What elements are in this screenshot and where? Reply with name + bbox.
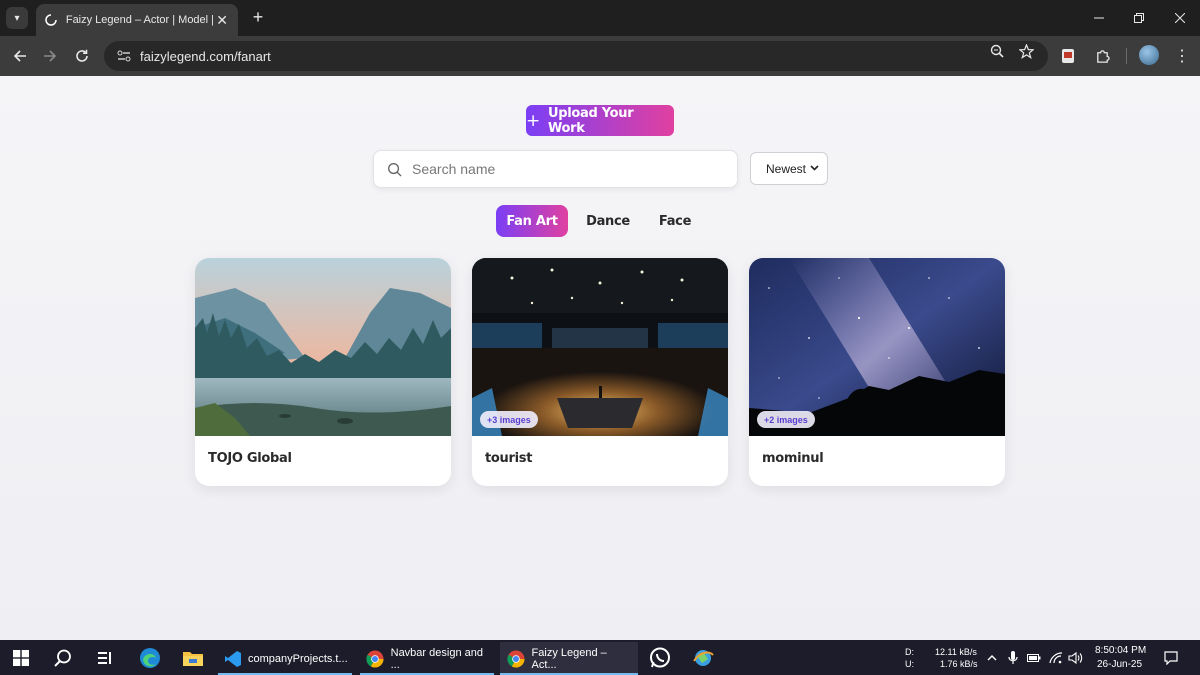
gallery-card[interactable]: +3 images tourist [472,258,728,486]
fanart-page: + Upload Your Work Newest Fan Art Dance … [0,76,1200,640]
taskbar-app-label: companyProjects.t... [248,652,348,665]
sort-select[interactable]: Newest [750,152,828,185]
chevron-down-icon [810,163,819,174]
extensions-puzzle-icon[interactable] [1092,46,1112,66]
clock-date: 26-Jun-25 [1097,659,1143,670]
app-globe-icon[interactable] [690,645,716,671]
restore-window-icon[interactable] [1127,6,1151,30]
windows-taskbar: companyProjects.t... Navbar design and .… [0,640,1200,675]
sort-selected-value: Newest [766,161,807,176]
vscode-icon [224,649,242,669]
card-title: tourist [485,451,533,466]
microphone-icon[interactable] [1005,650,1021,666]
bookmark-star-icon[interactable] [1017,42,1035,60]
clock-time: 8:50:04 PM [1095,645,1147,656]
search-icon [386,161,402,177]
tab-title: Faizy Legend – Actor | Model | I [65,14,215,26]
net-down-speed: 12.11 kB/s [935,647,977,657]
notification-icon[interactable] [1163,650,1179,666]
upload-your-work-button[interactable]: + Upload Your Work [526,105,674,136]
tab-dance[interactable]: Dance [578,205,638,237]
minimize-window-icon[interactable] [1087,6,1111,30]
image-count-badge: +2 images [757,411,815,428]
net-down-label: D: [905,647,914,657]
search-input[interactable] [412,161,712,177]
search-taskbar-icon[interactable] [50,645,76,671]
gallery-card[interactable]: +2 images mominul [749,258,1005,486]
close-window-icon[interactable] [1168,6,1192,30]
edge-browser-icon[interactable] [137,645,163,671]
site-info-icon[interactable] [114,46,134,66]
taskbar-app-label: Faizy Legend – Act... [531,646,607,671]
chevron-up-icon[interactable] [984,650,1000,666]
search-box [373,150,738,188]
chrome-icon [366,649,385,669]
reload-icon[interactable] [70,44,94,68]
address-bar[interactable]: faizylegend.com/fanart [104,41,1048,71]
tab-favicon-icon [44,13,58,27]
tab-close-icon[interactable]: ✕ [214,12,230,29]
gallery-card[interactable]: TOJO Global [195,258,451,486]
upload-button-label: Upload Your Work [547,105,634,136]
net-up-speed: 1.76 kB/s [940,659,978,669]
taskbar-app-chrome-faizy[interactable]: Faizy Legend – Act... [500,642,638,675]
net-up-label: U: [905,659,914,669]
back-arrow-icon[interactable] [8,44,32,68]
profile-avatar[interactable] [1139,45,1159,65]
card-image-milky-way-night-sky[interactable]: +2 images [749,258,1005,436]
browser-toolbar: faizylegend.com/fanart ⋮ [0,36,1200,76]
tab-search-dropdown-icon[interactable]: ▾ [6,7,28,29]
url-text: faizylegend.com/fanart [140,48,271,64]
volume-icon[interactable] [1068,650,1084,666]
zoom-icon[interactable] [988,42,1006,60]
card-image-conference-hall[interactable]: +3 images [472,258,728,436]
tab-face[interactable]: Face [648,205,702,237]
file-explorer-icon[interactable] [180,645,206,671]
card-title: TOJO Global [208,451,292,466]
forward-arrow-icon[interactable] [38,44,62,68]
taskbar-app-label: Navbar design and ... [390,646,483,671]
taskbar-app-chrome-navbar[interactable]: Navbar design and ... [360,642,494,675]
card-title: mominul [762,451,824,466]
windows-start-icon[interactable] [8,645,34,671]
card-image-mountain-landscape[interactable] [195,258,451,436]
new-tab-button[interactable]: + [248,6,268,28]
browser-tab-bar: ▾ Faizy Legend – Actor | Model | I ✕ + [0,0,1200,36]
battery-icon[interactable] [1026,650,1042,666]
toolbar-divider [1126,48,1127,64]
task-view-icon[interactable] [92,645,118,671]
chrome-icon [506,649,526,669]
tab-fan-art[interactable]: Fan Art [496,205,568,237]
whatsapp-icon[interactable] [647,645,673,671]
plus-icon: + [526,110,540,131]
browser-menu-icon[interactable]: ⋮ [1172,44,1192,68]
image-count-badge: +3 images [480,411,538,428]
browser-tab-active[interactable]: Faizy Legend – Actor | Model | I ✕ [36,4,238,36]
wifi-icon[interactable] [1048,650,1064,666]
taskbar-app-vscode[interactable]: companyProjects.t... [218,642,352,675]
extension-icon[interactable] [1058,46,1078,66]
